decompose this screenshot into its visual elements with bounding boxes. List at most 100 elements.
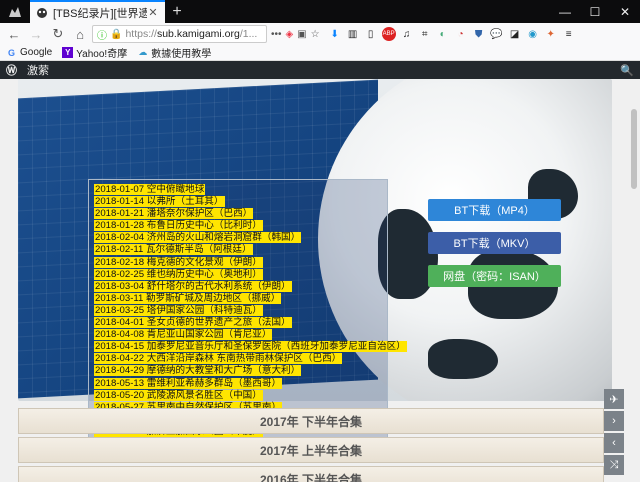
window-controls: — ☐ ✕ [550,0,640,23]
minimize-icon[interactable]: — [550,0,580,23]
bookmark-data-usage[interactable]: ☁ 數據使用教學 [137,45,211,60]
episode-item[interactable]: 2018-01-07 空中俯瞰地球 [94,184,394,196]
side-controls: ✈ › ‹ ⤨ [604,389,624,477]
back-icon[interactable]: ← [4,25,24,43]
color-icon[interactable]: ✦ [544,27,558,41]
wp-admin-bar: Ⓦ 激萦 🔍 [0,61,640,79]
cloud-icon: ☁ [138,47,148,57]
sidebar-icon[interactable]: ▯ [364,27,378,41]
episode-label: 2018-04-15 加泰罗尼亚音乐厅和圣保罗医院（西班牙加泰罗尼亚自治区） [94,341,407,353]
info-icon[interactable]: ⓘ [97,27,107,42]
episode-label: 2018-02-25 维也纳历史中心（奥地利） [94,268,263,280]
episode-label: 2018-02-04 济州岛的火山和熔岩洞窟群（韩国） [94,232,302,244]
episode-item[interactable]: 2018-01-21 潘塔奈尔保护区（巴西） [94,208,394,220]
episode-label: 2018-05-20 武陵源风景名胜区（中国） [94,389,263,401]
more-actions-icon[interactable]: ••• [271,29,282,40]
episode-item[interactable]: 2018-04-15 加泰罗尼亚音乐厅和圣保罗医院（西班牙加泰罗尼亚自治区） [94,341,407,353]
new-tab-button[interactable]: + [165,0,189,23]
site-name-link[interactable]: 激萦 [27,62,49,78]
shuffle-icon[interactable]: ⤨ [604,455,624,475]
wordpress-icon[interactable]: Ⓦ [6,62,17,78]
episode-item[interactable]: 2018-02-25 维也纳历史中心（奥地利） [94,268,394,281]
chat-icon[interactable]: 💬 [490,27,504,41]
episode-label: 2018-04-22 大西洋沿岸森林 东南热带雨林保护区（巴西） [94,353,343,365]
episode-label: 2018-02-11 瓦尔德斯半岛（阿根廷） [94,244,253,256]
urlbar-actions: ••• ◈ ▣ ☆ [271,29,320,40]
addon-icon[interactable]: ♫ [400,27,414,41]
menu-icon[interactable]: ≡ [562,27,576,41]
episode-label: 2018-05-13 雷维利亚希赫多群岛（墨西哥） [94,377,283,389]
page-content: 2018-01-07 空中俯瞰地球 2018-01-14 以弗所（土耳其） 2018… [0,79,628,482]
episode-item[interactable]: 2018-05-20 武陵源风景名胜区（中国） [94,389,394,402]
tab-list-icon[interactable] [0,0,30,23]
episode-item[interactable]: 2018-05-13 雷维利亚希赫多群岛（墨西哥） [94,377,394,390]
bookmark-label: Google [20,47,53,58]
episode-label: 2018-03-11 勒罗斯矿城及周边地区（挪威） [94,292,282,304]
forward-icon[interactable]: → [26,25,46,43]
episode-item[interactable]: 2018-03-11 勒罗斯矿城及周边地区（挪威） [94,292,394,305]
crop-icon[interactable]: ⌗ [418,27,432,41]
collection-2016-h2[interactable]: 2016年 下半年合集 [18,466,604,482]
bookmark-yahoo[interactable]: Y Yahoo!奇摩 [62,45,127,60]
reader-icon[interactable]: ▣ [297,29,306,40]
episode-item[interactable]: 2018-02-18 梅克德的文化景观（伊朗） [94,256,394,269]
episode-label: 2018-04-29 摩德纳的大教堂和大广场（意大利） [94,365,302,377]
cloud-disk-button[interactable]: 网盘（密码：ISAN） [428,265,561,287]
scrollbar-thumb[interactable] [631,109,637,189]
tab-title: [TBS纪录片][世界遗产][2016-2 [53,7,147,20]
maximize-icon[interactable]: ☐ [580,0,610,23]
episode-label: 2018-04-01 圣女贞德的世界遗产之旅（法国） [94,317,292,329]
episode-item[interactable]: 2018-02-11 瓦尔德斯半岛（阿根廷） [94,244,394,256]
browser-tab[interactable]: [TBS纪录片][世界遗产][2016-2 ✕ [30,0,165,23]
lens-icon[interactable]: ◉ [526,27,540,41]
episode-item[interactable]: 2018-01-28 布鲁日历史中心（比利时） [94,220,394,232]
episode-item[interactable]: 2018-03-25 塔伊国家公园（科特迪瓦） [94,304,394,317]
episode-item[interactable]: 2018-04-01 圣女贞德的世界遗产之旅（法国） [94,317,394,329]
episode-label: 2018-01-21 潘塔奈尔保护区（巴西） [94,208,254,220]
bookmark-label: 數據使用教學 [151,49,212,60]
episode-label: 2018-01-28 布鲁日历史中心（比利时） [94,220,263,232]
episode-item[interactable]: 2018-03-04 舒什塔尔的古代水利系统（伊朗） [94,280,394,293]
episode-item[interactable]: 2018-04-22 大西洋沿岸森林 东南热带雨林保护区（巴西） [94,353,394,365]
screenshot-icon[interactable]: ◪ [508,27,522,41]
bookmark-star-icon[interactable]: ☆ [311,29,320,40]
episode-label: 2018-03-25 塔伊国家公园（科特迪瓦） [94,304,263,316]
airplane-icon[interactable]: ✈ [604,389,624,409]
lock-icon: 🔒 [110,28,123,40]
bookmarks-bar: G Google Y Yahoo!奇摩 ☁ 數據使用教學 [0,45,640,61]
bt-download-mkv-button[interactable]: BT下载（MKV） [428,232,561,254]
shield-icon[interactable]: ⛊ [472,27,486,41]
collection-2017-h1[interactable]: 2017年 上半年合集 [18,437,604,463]
prev-arrow-icon[interactable]: ‹ [604,433,624,453]
url-path: /1... [239,28,258,40]
library-icon[interactable]: ▥ [346,27,360,41]
url-domain: sub.kamigami.org [156,28,240,40]
episode-item[interactable]: 2018-01-14 以弗所（土耳其） [94,196,394,208]
bookmark-label: Yahoo!奇摩 [76,49,128,60]
episode-label: 2018-01-07 空中俯瞰地球 [94,184,206,195]
bt-download-mp4-button[interactable]: BT下载（MP4） [428,199,561,221]
download-icon[interactable]: ⬇ [328,27,342,41]
episode-item[interactable]: 2018-02-04 济州岛的火山和熔岩洞窟群（韩国） [94,232,394,244]
collection-2017-h2[interactable]: 2017年 下半年合集 [18,408,604,434]
bookmark-google[interactable]: G Google [6,47,52,58]
yahoo-icon: Y [62,47,74,58]
adblock-icon[interactable]: ABP [381,27,396,41]
extension-icon[interactable]: ◐ [436,27,450,41]
google-icon: G [7,47,15,58]
episode-item[interactable]: 2018-04-08 肯尼亚山国家公园（肯尼亚） [94,329,394,341]
site-favicon-icon [36,7,48,19]
close-window-icon[interactable]: ✕ [610,0,640,23]
pocket-icon[interactable]: ◈ [286,29,294,40]
url-scheme: https:// [125,28,157,40]
search-icon[interactable]: 🔍 [620,64,634,77]
episode-label: 2018-04-08 肯尼亚山国家公园（肯尼亚） [94,329,273,341]
episode-item[interactable]: 2018-04-29 摩德纳的大教堂和大广场（意大利） [94,365,394,377]
url-bar[interactable]: ⓘ 🔒 https://sub.kamigami.org/1... [92,25,267,43]
reload-icon[interactable]: ↻ [48,25,68,43]
page-scrollbar[interactable] [628,79,640,482]
speed-icon[interactable]: ◔ [454,27,468,41]
next-arrow-icon[interactable]: › [604,411,624,431]
home-icon[interactable]: ⌂ [70,25,90,43]
close-tab-icon[interactable]: ✕ [147,6,159,19]
